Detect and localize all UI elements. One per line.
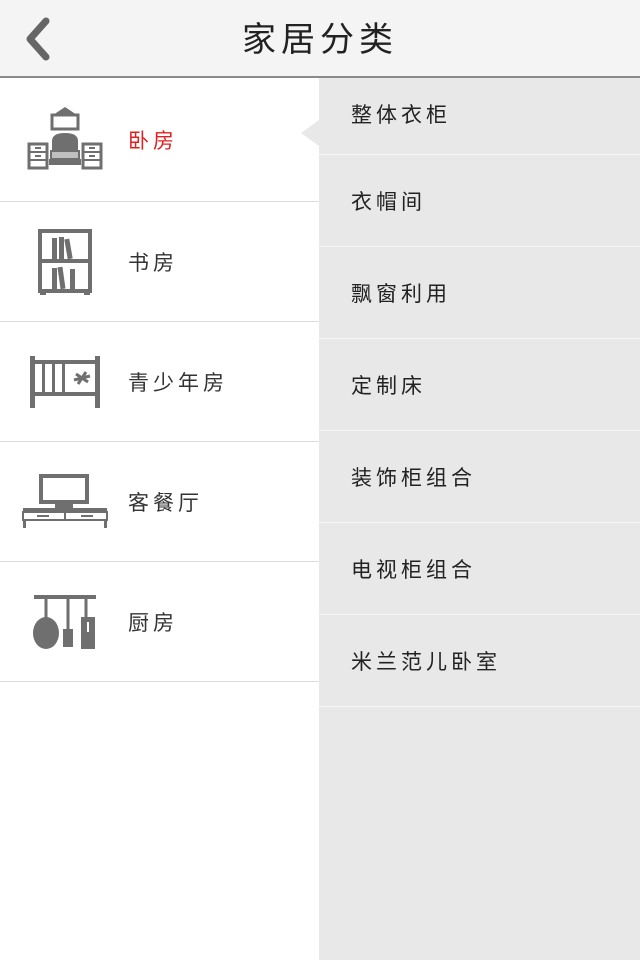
category-item-bedroom[interactable]: 卧房 xyxy=(0,78,319,202)
subcategory-item[interactable]: 电视柜组合 xyxy=(319,523,640,615)
top-bar: 家居分类 xyxy=(0,0,640,78)
subcategory-list: 整体衣柜 衣帽间 飘窗利用 定制床 装饰柜组合 电视柜组合 米兰范儿卧室 xyxy=(319,78,640,960)
subcategory-item[interactable]: 装饰柜组合 xyxy=(319,431,640,523)
category-list: 卧房 书房 青少年房 客餐厅 厨房 xyxy=(0,78,319,960)
bookshelf-icon xyxy=(20,202,110,321)
category-label: 书房 xyxy=(128,250,178,275)
category-label: 厨房 xyxy=(128,610,178,635)
selection-pointer xyxy=(301,120,319,146)
subcategory-label: 飘窗利用 xyxy=(351,281,451,306)
subcategory-item[interactable]: 飘窗利用 xyxy=(319,247,640,339)
tv-cabinet-icon xyxy=(20,442,110,561)
category-label: 卧房 xyxy=(128,128,178,153)
subcategory-item[interactable]: 定制床 xyxy=(319,339,640,431)
subcategory-item[interactable]: 整体衣柜 xyxy=(319,78,640,155)
subcategory-label: 米兰范儿卧室 xyxy=(351,649,501,674)
page-title: 家居分类 xyxy=(242,20,398,60)
kitchen-utensils-icon xyxy=(20,562,110,681)
category-item-study[interactable]: 书房 xyxy=(0,202,319,322)
category-item-living-dining[interactable]: 客餐厅 xyxy=(0,442,319,562)
subcategory-label: 定制床 xyxy=(351,373,426,398)
subcategory-item[interactable]: 衣帽间 xyxy=(319,155,640,247)
category-label: 青少年房 xyxy=(128,370,228,395)
subcategory-label: 衣帽间 xyxy=(351,189,426,214)
subcategory-item[interactable]: 米兰范儿卧室 xyxy=(319,615,640,707)
category-label: 客餐厅 xyxy=(128,490,203,515)
subcategory-label: 电视柜组合 xyxy=(351,557,476,582)
bedroom-icon xyxy=(20,78,110,201)
crib-icon xyxy=(20,322,110,441)
subcategory-label: 装饰柜组合 xyxy=(351,465,476,490)
category-item-teen-room[interactable]: 青少年房 xyxy=(0,322,319,442)
subcategory-label: 整体衣柜 xyxy=(351,103,451,127)
category-item-kitchen[interactable]: 厨房 xyxy=(0,562,319,682)
